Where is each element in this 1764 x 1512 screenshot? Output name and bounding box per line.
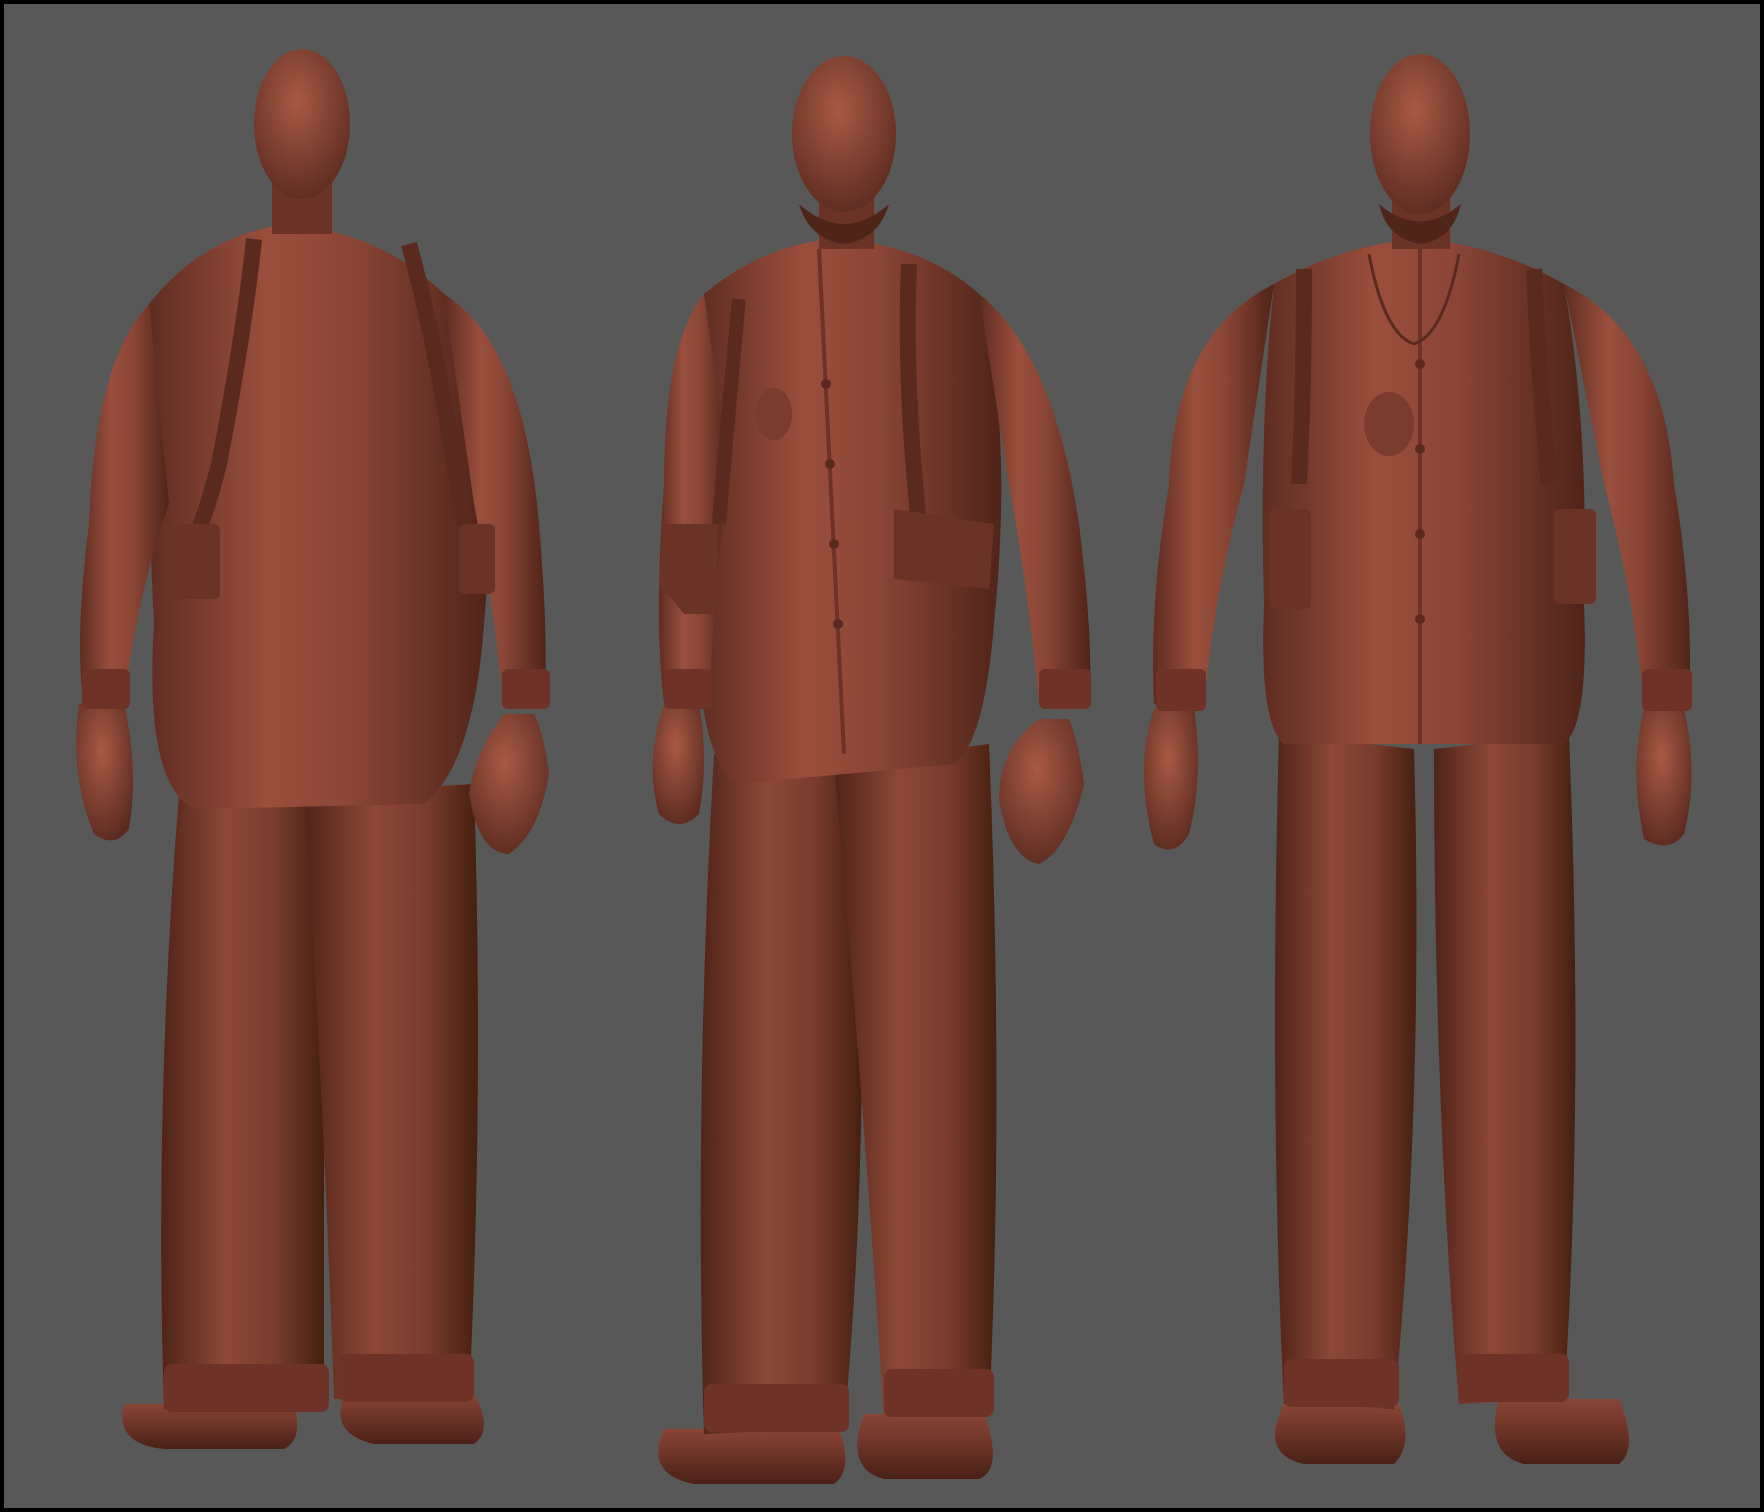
sculpt-render [76,49,1692,1484]
figure-three-quarter-view [652,56,1091,1484]
figure-front-view [1144,54,1692,1464]
image-frame [0,0,1764,1512]
figure-back-view [76,49,550,1449]
render-viewport [4,4,1760,1508]
